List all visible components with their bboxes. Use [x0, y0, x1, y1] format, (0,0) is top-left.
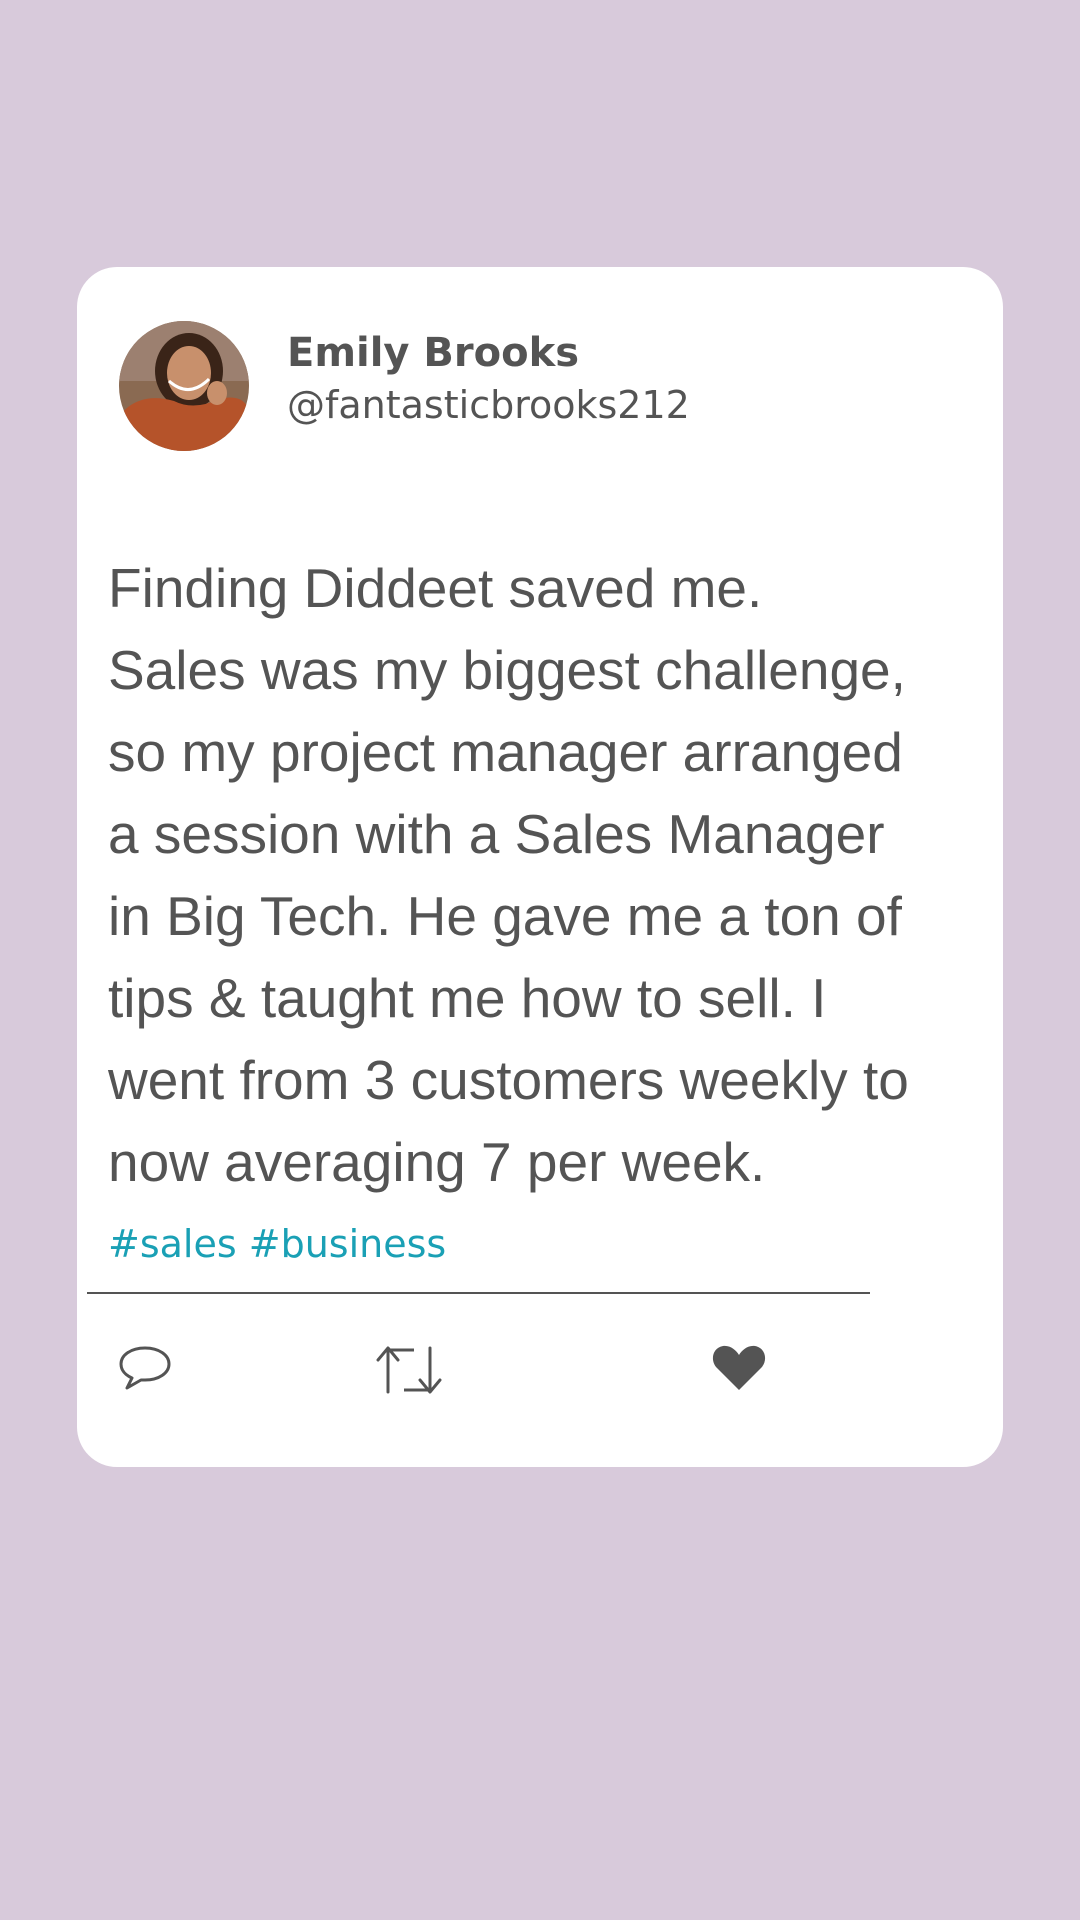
post-text-line: went from 3 customers weekly to	[108, 1049, 909, 1111]
post-card: Emily Brooks @fantasticbrooks212 Finding…	[77, 267, 1003, 1467]
like-button[interactable]	[711, 1342, 781, 1402]
author-name[interactable]: Emily Brooks	[287, 329, 579, 377]
post-text-line: Sales was my biggest challenge,	[108, 639, 906, 701]
post-text-line: so my project manager arranged	[108, 721, 903, 783]
post-text-line: Finding Diddeet saved me.	[108, 557, 763, 619]
avatar[interactable]	[119, 321, 249, 451]
post-text-line: in Big Tech. He gave me a ton of	[108, 885, 902, 947]
repost-arrows-icon	[376, 1346, 442, 1394]
avatar-photo	[119, 321, 249, 451]
post-text-line: tips & taught me how to sell. I	[108, 967, 827, 1029]
post-text-line: now averaging 7 per week.	[108, 1131, 766, 1193]
speech-bubble-icon	[119, 1346, 171, 1390]
post-text-line: a session with a Sales Manager	[108, 803, 885, 865]
reply-button[interactable]	[117, 1342, 187, 1402]
divider	[87, 1292, 870, 1294]
hashtags[interactable]: #sales #business	[108, 1222, 446, 1266]
heart-icon	[712, 1345, 766, 1390]
author-handle[interactable]: @fantasticbrooks212	[287, 383, 690, 429]
repost-button[interactable]	[374, 1342, 444, 1402]
post-text: Finding Diddeet saved me. Sales was my b…	[108, 547, 988, 1203]
